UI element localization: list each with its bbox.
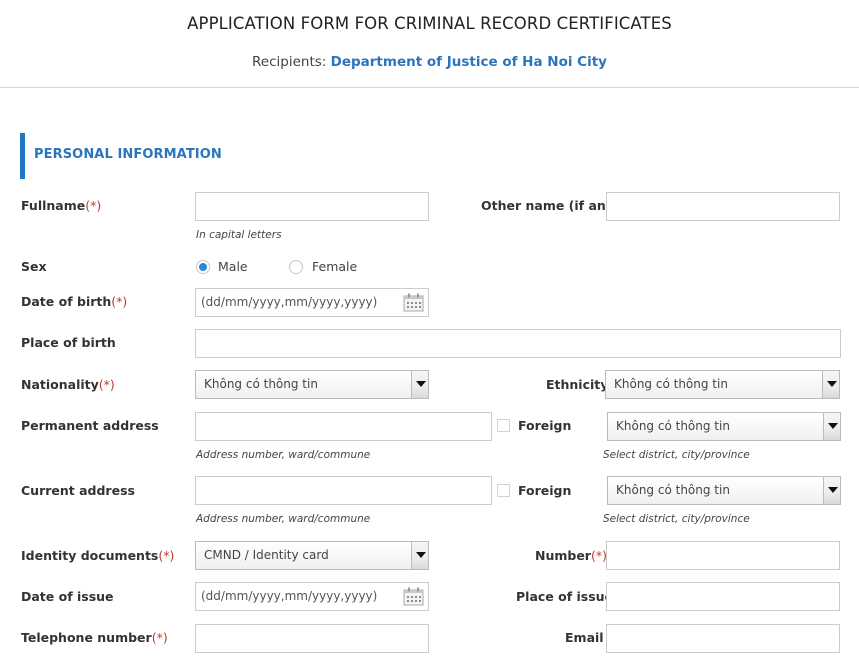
required-marker: (*) bbox=[98, 377, 115, 392]
form-header: APPLICATION FORM FOR CRIMINAL RECORD CER… bbox=[0, 0, 859, 88]
identity-documents-label: Identity documents(*) bbox=[21, 548, 174, 563]
place-of-birth-label: Place of birth bbox=[21, 335, 116, 350]
sex-label: Sex bbox=[21, 259, 47, 274]
permanent-district-selected: Không có thông tin bbox=[616, 419, 730, 433]
email-label: Email bbox=[565, 630, 604, 645]
chevron-down-icon[interactable] bbox=[823, 477, 840, 504]
calendar-icon[interactable] bbox=[403, 293, 424, 312]
current-foreign-label[interactable]: Foreign bbox=[518, 483, 571, 498]
current-address-hint: Address number, ward/commune bbox=[196, 513, 371, 525]
required-marker: (*) bbox=[111, 294, 128, 309]
identity-documents-select[interactable]: CMND / Identity card bbox=[195, 541, 429, 570]
current-foreign-checkbox[interactable] bbox=[497, 484, 510, 497]
fullname-input[interactable] bbox=[195, 192, 429, 221]
permanent-address-label: Permanent address bbox=[21, 418, 159, 433]
permanent-address-hint: Address number, ward/commune bbox=[196, 449, 371, 461]
date-of-issue-input[interactable]: (dd/mm/yyyy,mm/yyyy,yyyy) bbox=[195, 582, 429, 611]
required-marker: (*) bbox=[158, 548, 175, 563]
telephone-label-text: Telephone number bbox=[21, 630, 152, 645]
current-district-selected: Không có thông tin bbox=[616, 483, 730, 497]
date-of-issue-label: Date of issue bbox=[21, 589, 114, 604]
ethnicity-select[interactable]: Không có thông tin bbox=[605, 370, 840, 399]
nationality-label-text: Nationality bbox=[21, 377, 99, 392]
telephone-input[interactable] bbox=[195, 624, 429, 653]
sex-female-radio[interactable] bbox=[289, 260, 303, 274]
email-input[interactable] bbox=[606, 624, 840, 653]
number-input[interactable] bbox=[606, 541, 840, 570]
nationality-select[interactable]: Không có thông tin bbox=[195, 370, 429, 399]
permanent-foreign-label[interactable]: Foreign bbox=[518, 418, 571, 433]
required-marker: (*) bbox=[151, 630, 168, 645]
date-of-issue-placeholder: (dd/mm/yyyy,mm/yyyy,yyyy) bbox=[201, 589, 378, 603]
permanent-foreign-checkbox[interactable] bbox=[497, 419, 510, 432]
place-of-issue-input[interactable] bbox=[606, 582, 840, 611]
required-marker: (*) bbox=[85, 198, 102, 213]
section-title: PERSONAL INFORMATION bbox=[34, 147, 222, 162]
dob-label-text: Date of birth bbox=[21, 294, 112, 309]
dob-placeholder: (dd/mm/yyyy,mm/yyyy,yyyy) bbox=[201, 295, 378, 309]
telephone-label: Telephone number(*) bbox=[21, 630, 168, 645]
permanent-district-select[interactable]: Không có thông tin bbox=[607, 412, 841, 441]
sex-male-radio[interactable] bbox=[196, 260, 210, 274]
nationality-selected: Không có thông tin bbox=[204, 377, 318, 391]
dob-label: Date of birth(*) bbox=[21, 294, 127, 309]
current-address-label: Current address bbox=[21, 483, 135, 498]
number-label-text: Number bbox=[535, 548, 591, 563]
page-title: APPLICATION FORM FOR CRIMINAL RECORD CER… bbox=[187, 14, 672, 33]
recipients-value: Department of Justice of Ha Noi City bbox=[330, 54, 607, 70]
chevron-down-icon[interactable] bbox=[823, 413, 840, 440]
other-name-input[interactable] bbox=[606, 192, 840, 221]
required-marker: (*) bbox=[590, 548, 607, 563]
other-name-label: Other name (if any) bbox=[481, 198, 620, 213]
place-of-issue-label: Place of issue bbox=[516, 589, 614, 604]
section-personal-information: PERSONAL INFORMATION bbox=[20, 133, 222, 179]
identity-documents-label-text: Identity documents bbox=[21, 548, 159, 563]
dob-input[interactable]: (dd/mm/yyyy,mm/yyyy,yyyy) bbox=[195, 288, 429, 317]
place-of-birth-input[interactable] bbox=[195, 329, 841, 358]
fullname-label: Fullname(*) bbox=[21, 198, 101, 213]
current-address-input[interactable] bbox=[195, 476, 492, 505]
ethnicity-selected: Không có thông tin bbox=[614, 377, 728, 391]
number-label: Number(*) bbox=[535, 548, 607, 563]
permanent-district-hint: Select district, city/province bbox=[603, 449, 750, 461]
chevron-down-icon[interactable] bbox=[411, 371, 428, 398]
nationality-label: Nationality(*) bbox=[21, 377, 115, 392]
permanent-address-input[interactable] bbox=[195, 412, 492, 441]
current-district-hint: Select district, city/province bbox=[603, 513, 750, 525]
recipients-label: Recipients: bbox=[252, 54, 327, 70]
fullname-label-text: Fullname bbox=[21, 198, 86, 213]
calendar-icon[interactable] bbox=[403, 587, 424, 606]
identity-documents-selected: CMND / Identity card bbox=[204, 548, 329, 562]
chevron-down-icon[interactable] bbox=[822, 371, 839, 398]
chevron-down-icon[interactable] bbox=[411, 542, 428, 569]
recipients: Recipients: Department of Justice of Ha … bbox=[0, 54, 859, 70]
current-district-select[interactable]: Không có thông tin bbox=[607, 476, 841, 505]
ethnicity-label: Ethnicity bbox=[546, 377, 609, 392]
sex-female-label[interactable]: Female bbox=[312, 259, 357, 274]
fullname-hint: In capital letters bbox=[196, 229, 282, 241]
sex-male-label[interactable]: Male bbox=[218, 259, 248, 274]
